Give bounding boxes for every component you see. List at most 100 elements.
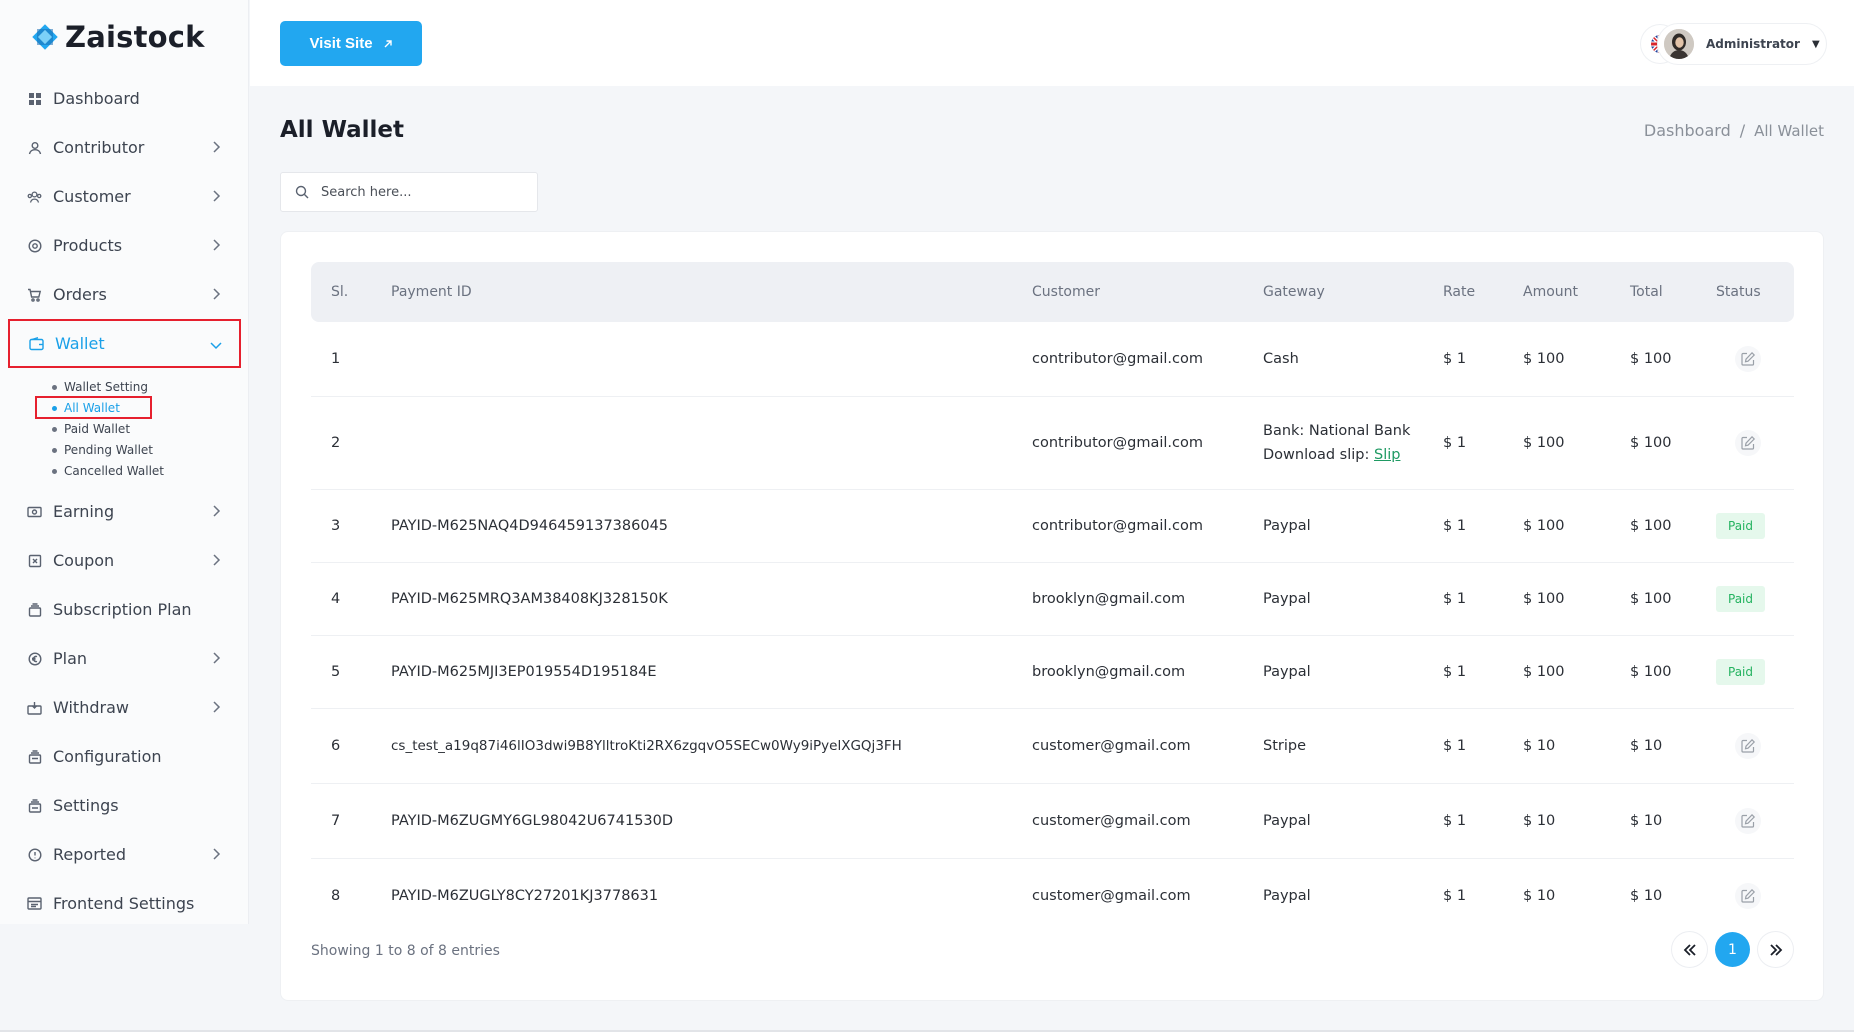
cell-amount: $ 100 <box>1523 396 1630 490</box>
cell-gateway: Paypal <box>1263 489 1443 563</box>
gateway-download-slip: Download slip: Slip <box>1263 443 1443 467</box>
status-badge: Paid <box>1716 658 1766 685</box>
pagination-page-1[interactable]: 1 <box>1715 932 1750 967</box>
entries-info: Showing 1 to 8 of 8 entries <box>311 943 500 959</box>
table-row: 1 contributor@gmail.com Cash $ 1 $ 100 $… <box>311 322 1794 397</box>
sidebar-item-coupon[interactable]: Coupon <box>0 536 249 585</box>
edit-icon[interactable] <box>1735 429 1761 456</box>
cell-sl: 4 <box>311 562 391 636</box>
chevron-right-icon <box>213 848 221 860</box>
logo[interactable]: Zaistock <box>31 20 205 54</box>
submenu-item-pending-wallet[interactable]: Pending Wallet <box>52 439 249 460</box>
sidebar-item-orders[interactable]: Orders <box>0 270 249 319</box>
cell-amount: $ 10 <box>1523 887 1556 904</box>
cell-total: $ 100 <box>1630 635 1716 709</box>
search-box <box>280 172 538 212</box>
sidebar-item-reported[interactable]: Reported <box>0 830 249 879</box>
avatar <box>1664 29 1694 59</box>
ticket-icon <box>27 553 42 568</box>
cell-total: $ 10 <box>1630 708 1716 784</box>
wallet-table: Sl. Payment ID Customer Gateway Rate Amo… <box>311 262 1794 933</box>
edit-icon[interactable] <box>1735 345 1761 372</box>
column-header-sl[interactable]: Sl. <box>311 262 391 322</box>
table-row: 3 PAYID-M625NAQ4D946459137386045 contrib… <box>311 489 1794 563</box>
cell-sl: 3 <box>311 489 391 563</box>
column-header-gateway[interactable]: Gateway <box>1263 262 1443 322</box>
user-name: Administrator <box>1706 37 1800 51</box>
sidebar-item-label: Dashboard <box>53 89 140 108</box>
column-header-payment-id[interactable]: Payment ID <box>391 262 1032 322</box>
cell-rate: $ 1 <box>1443 887 1467 904</box>
submenu-item-cancelled-wallet[interactable]: Cancelled Wallet <box>52 460 249 481</box>
topbar: Visit Site Administrator ▼ <box>250 0 1854 86</box>
sidebar-item-contributor[interactable]: Contributor <box>0 123 249 172</box>
edit-icon[interactable] <box>1735 807 1761 834</box>
breadcrumb-dashboard[interactable]: Dashboard <box>1644 121 1731 140</box>
search-input[interactable] <box>321 184 521 200</box>
search-icon <box>295 185 309 199</box>
sidebar-item-customer[interactable]: Customer <box>0 172 249 221</box>
cell-rate: $ 1 <box>1443 396 1523 490</box>
cell-sl: 2 <box>311 396 391 490</box>
cell-rate: $ 1 <box>1443 783 1523 859</box>
sidebar-item-plan[interactable]: Plan <box>0 634 249 683</box>
sidebar-item-subscription-plan[interactable]: Subscription Plan <box>0 585 249 634</box>
chevron-right-icon <box>213 701 221 713</box>
sidebar-item-wallet[interactable]: Wallet <box>8 319 241 368</box>
cell-sl: 8 <box>331 887 341 904</box>
visit-site-label: Visit Site <box>309 35 373 52</box>
sidebar-item-configuration[interactable]: Configuration <box>0 732 249 781</box>
edit-icon[interactable] <box>1735 882 1761 909</box>
table-row: 8 PAYID-M6ZUGLY8CY27201KJ3778631 custome… <box>311 858 1794 933</box>
cell-payment-id: cs_test_a19q87i46lIO3dwi9B8YlltroKti2RX6… <box>391 708 1032 784</box>
cell-rate: $ 1 <box>1443 322 1523 397</box>
cell-total: $ 100 <box>1630 322 1716 397</box>
column-header-status[interactable]: Status <box>1716 262 1794 322</box>
cell-status: Paid <box>1716 489 1794 563</box>
column-header-rate[interactable]: Rate <box>1443 262 1523 322</box>
external-link-icon <box>384 39 392 47</box>
column-header-amount[interactable]: Amount <box>1523 262 1630 322</box>
cell-rate: $ 1 <box>1443 708 1523 784</box>
frontend-icon <box>27 896 42 911</box>
submenu-item-wallet-setting[interactable]: Wallet Setting <box>52 376 249 397</box>
box-icon <box>27 238 42 253</box>
caret-down-icon: ▼ <box>1811 38 1820 50</box>
pagination-prev-button[interactable] <box>1672 932 1707 967</box>
chevron-down-icon <box>210 342 222 350</box>
edit-icon[interactable] <box>1735 732 1761 759</box>
sidebar-item-products[interactable]: Products <box>0 221 249 270</box>
sidebar-item-frontend-settings[interactable]: Frontend Settings <box>0 879 249 928</box>
pagination-next-button[interactable] <box>1758 932 1793 967</box>
submenu-item-all-wallet[interactable]: All Wallet <box>35 396 249 419</box>
cell-rate: $ 1 <box>1443 635 1523 709</box>
cell-amount: $ 100 <box>1523 489 1630 563</box>
sidebar-item-withdraw[interactable]: Withdraw <box>0 683 249 732</box>
column-header-total[interactable]: Total <box>1630 262 1716 322</box>
sidebar-item-label: Settings <box>53 796 119 815</box>
cell-gateway: Paypal <box>1263 562 1443 636</box>
sidebar-nav: Dashboard Contributor Customer Products … <box>0 74 249 928</box>
submenu-item-paid-wallet[interactable]: Paid Wallet <box>52 418 249 439</box>
cell-amount: $ 100 <box>1523 635 1630 709</box>
cell-gateway: Paypal <box>1263 887 1311 904</box>
cart-icon <box>27 287 42 302</box>
cell-payment-id: PAYID-M6ZUGLY8CY27201KJ3778631 <box>391 887 659 904</box>
sidebar-item-earning[interactable]: Earning <box>0 487 249 536</box>
table-row: 6 cs_test_a19q87i46lIO3dwi9B8YlltroKti2R… <box>311 708 1794 784</box>
visit-site-button[interactable]: Visit Site <box>280 21 422 66</box>
status-badge: Paid <box>1716 512 1766 539</box>
sidebar-item-settings[interactable]: Settings <box>0 781 249 830</box>
cell-customer: customer@gmail.com <box>1032 887 1191 904</box>
table-header-row: Sl. Payment ID Customer Gateway Rate Amo… <box>311 262 1794 322</box>
sidebar-item-dashboard[interactable]: Dashboard <box>0 74 249 123</box>
slip-link[interactable]: Slip <box>1374 447 1400 463</box>
column-header-customer[interactable]: Customer <box>1032 262 1263 322</box>
table-row: 5 PAYID-M625MJI3EP019554D195184E brookly… <box>311 635 1794 709</box>
highlight-box <box>35 396 152 419</box>
sidebar-item-label: Subscription Plan <box>53 600 192 619</box>
chevron-right-icon <box>213 239 221 251</box>
breadcrumb: Dashboard / All Wallet <box>1644 121 1824 140</box>
cell-sl: 6 <box>311 708 391 784</box>
user-menu[interactable]: Administrator ▼ <box>1658 24 1826 64</box>
